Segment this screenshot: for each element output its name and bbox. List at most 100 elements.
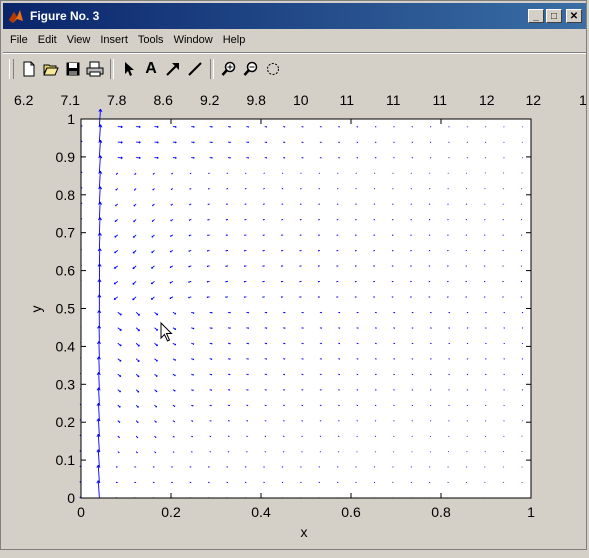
quiver-arrow <box>263 219 265 220</box>
menu-window[interactable]: Window <box>169 34 218 46</box>
insert-arrow-button[interactable] <box>162 58 184 80</box>
print-icon <box>86 61 104 77</box>
quiver-arrow <box>338 343 340 344</box>
insert-line-button[interactable] <box>184 58 206 80</box>
select-button[interactable] <box>118 58 140 80</box>
quiver-arrow <box>302 359 304 360</box>
quiver-arrow <box>466 451 467 452</box>
title-bar[interactable]: Figure No. 3 _ □ ✕ <box>3 3 586 29</box>
quiver-arrow <box>338 359 340 360</box>
quiver-arrow <box>210 436 211 437</box>
quiver-arrow <box>300 219 301 220</box>
quiver-arrow <box>319 219 320 220</box>
quiver-arrow <box>210 421 212 422</box>
quiver-arrow <box>503 173 504 174</box>
quiver-arrow <box>300 235 302 236</box>
quiver-arrow <box>245 219 247 220</box>
menu-edit[interactable]: Edit <box>33 34 62 46</box>
quiver-arrow <box>135 482 137 483</box>
quiver-arrow <box>357 142 358 143</box>
figure-canvas: 6.27.17.88.69.29.81011111112121 00.20.40… <box>1 85 589 553</box>
top-label: 12 <box>526 92 542 108</box>
quiver-arrow <box>337 266 339 267</box>
toolbar-separator <box>210 59 214 79</box>
quiver-arrow <box>429 297 430 298</box>
maximize-button[interactable]: □ <box>546 9 562 23</box>
close-button[interactable]: ✕ <box>566 9 582 23</box>
menu-help[interactable]: Help <box>218 34 251 46</box>
zoom-in-button[interactable] <box>218 58 240 80</box>
quiver-arrow <box>392 266 393 267</box>
quiver-arrow <box>357 158 358 159</box>
quiver-arrow <box>208 173 209 174</box>
quiver-arrow <box>320 374 322 375</box>
top-label: 8.6 <box>154 92 174 108</box>
save-button[interactable] <box>62 58 84 80</box>
quiver-arrow <box>375 359 376 360</box>
quiver-arrow <box>337 250 339 251</box>
menu-insert[interactable]: Insert <box>95 34 133 46</box>
open-file-button[interactable] <box>40 58 62 80</box>
top-label: 7.8 <box>107 92 127 108</box>
quiver-arrow <box>116 482 118 483</box>
quiver-arrow <box>302 390 304 391</box>
quiver-arrow <box>263 235 265 236</box>
y-tick-label: 0.6 <box>56 263 76 279</box>
quiver-arrow <box>208 188 209 189</box>
minimize-button[interactable]: _ <box>528 9 544 23</box>
top-label: 11 <box>386 92 401 108</box>
y-axis-label: y <box>28 306 44 313</box>
print-button[interactable] <box>84 58 106 80</box>
quiver-arrow <box>410 266 411 267</box>
quiver-arrow <box>375 374 376 375</box>
insert-text-button[interactable]: A <box>140 58 162 80</box>
quiver-arrow <box>522 173 523 174</box>
quiver-arrow <box>522 451 523 452</box>
open-icon <box>43 61 59 77</box>
menu-tools[interactable]: Tools <box>133 34 169 46</box>
rotate-button[interactable] <box>262 58 284 80</box>
quiver-plot[interactable]: 6.27.17.88.69.29.81011111112121 00.20.40… <box>1 85 589 553</box>
quiver-arrow <box>320 390 321 391</box>
figure-toolbar: A <box>3 56 586 82</box>
x-tick-label: 0.8 <box>431 504 451 520</box>
line-icon <box>187 61 203 77</box>
quiver-arrow <box>374 281 375 282</box>
quiver-arrow <box>374 250 375 251</box>
y-tick-label: 0.5 <box>56 301 76 317</box>
quiver-arrow <box>410 297 411 298</box>
quiver-arrow <box>412 312 413 313</box>
quiver-arrow <box>283 359 285 360</box>
quiver-arrow <box>393 328 394 329</box>
x-tick-label: 0.2 <box>161 504 181 520</box>
quiver-arrow <box>302 142 304 143</box>
quiver-arrow <box>228 436 229 437</box>
quiver-arrow <box>283 126 285 127</box>
matlab-logo-icon <box>8 8 24 24</box>
quiver-arrow <box>375 312 377 313</box>
zoom-out-button[interactable] <box>240 58 262 80</box>
quiver-arrow <box>281 235 283 236</box>
quiver-arrow <box>265 390 267 391</box>
quiver-arrow <box>357 328 359 329</box>
axes-background <box>81 119 531 498</box>
menu-view[interactable]: View <box>62 34 96 46</box>
quiver-arrow <box>375 328 377 329</box>
menu-file[interactable]: File <box>3 34 33 46</box>
quiver-arrow <box>246 421 247 422</box>
quiver-arrow <box>357 374 358 375</box>
quiver-arrow <box>373 297 375 298</box>
quiver-arrow <box>116 467 118 468</box>
quiver-arrow <box>393 343 394 344</box>
new-figure-button[interactable] <box>18 58 40 80</box>
quiver-arrow <box>337 281 339 282</box>
quiver-arrow <box>430 312 431 313</box>
quiver-arrow <box>283 142 285 143</box>
toolbar-grip[interactable] <box>9 59 14 79</box>
quiver-arrow <box>410 281 411 282</box>
top-label: 1 <box>579 92 587 108</box>
y-tick-label: 0.2 <box>56 414 76 430</box>
quiver-arrow <box>320 158 322 159</box>
minimize-icon: _ <box>533 11 539 22</box>
select-arrow-icon <box>121 61 137 77</box>
